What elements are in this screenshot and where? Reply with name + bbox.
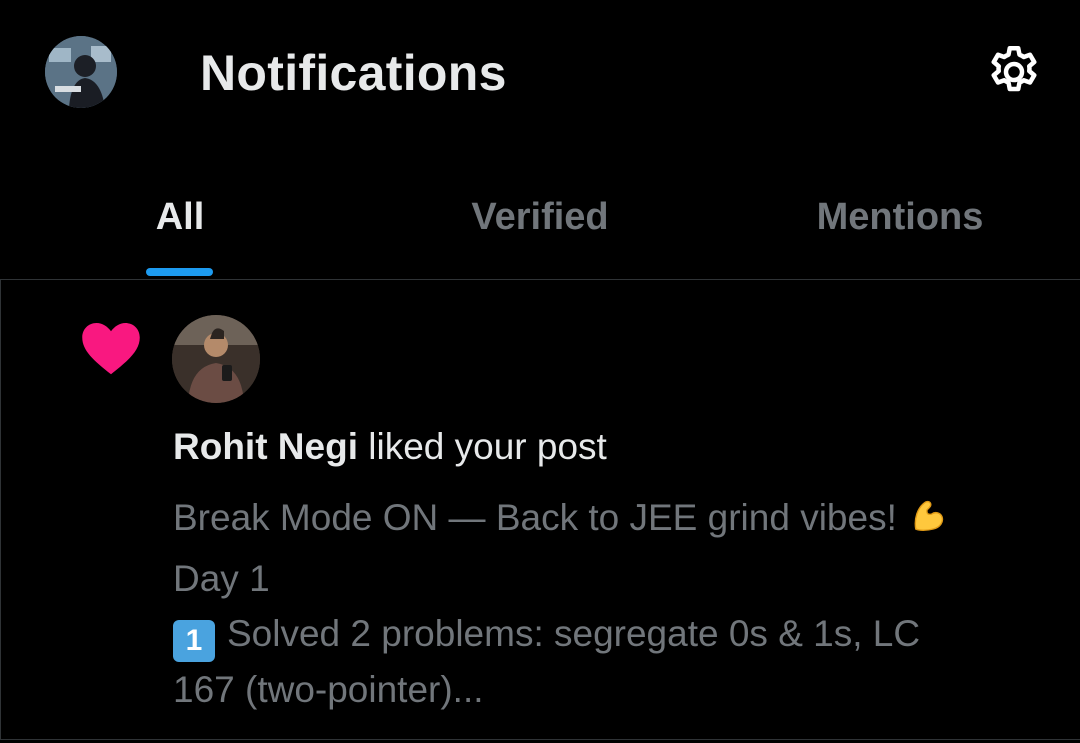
keycap-one-icon: 1 — [173, 620, 215, 662]
active-tab-indicator — [146, 268, 213, 276]
tab-all[interactable]: All — [100, 170, 260, 279]
post-preview[interactable]: Break Mode ON — Back to JEE grind vibes!… — [173, 490, 1053, 717]
post-line-4: 167 (two-pointer)... — [173, 669, 484, 710]
settings-button[interactable] — [980, 38, 1048, 106]
tab-bar: All Verified Mentions — [0, 170, 1080, 280]
tab-all-label: All — [155, 196, 205, 238]
flexed-biceps-icon — [907, 494, 949, 551]
heart-icon — [81, 320, 141, 376]
page-title: Notifications — [200, 45, 507, 101]
post-text-3: Solved 2 problems: segregate 0s & 1s, LC — [227, 613, 921, 654]
post-line-1: Break Mode ON — Back to JEE grind vibes! — [173, 490, 1053, 551]
notifications-page: Notifications All Verified Mentions Rohi… — [0, 0, 1080, 743]
user-avatar[interactable] — [172, 315, 260, 403]
action-text: liked your post — [357, 426, 607, 467]
post-line-3: 1 Solved 2 problems: segregate 0s & 1s, L… — [173, 606, 1053, 662]
tab-verified-label: Verified — [471, 196, 609, 238]
post-line-2: Day 1 — [173, 558, 270, 599]
gear-icon — [991, 46, 1037, 92]
user-photo-icon — [172, 315, 260, 403]
notification-text: Rohit Negi liked your post — [173, 426, 607, 468]
user-avatar-icon — [45, 36, 117, 108]
tab-mentions[interactable]: Mentions — [790, 170, 1010, 279]
header: Notifications — [0, 0, 1080, 150]
user-name[interactable]: Rohit Negi — [173, 426, 358, 467]
tab-mentions-label: Mentions — [816, 196, 984, 238]
notification-item[interactable]: Rohit Negi liked your post Break Mode ON… — [0, 280, 1080, 740]
tab-verified[interactable]: Verified — [440, 170, 640, 279]
post-text-1: Break Mode ON — Back to JEE grind vibes! — [173, 497, 908, 538]
profile-avatar[interactable] — [45, 36, 117, 108]
